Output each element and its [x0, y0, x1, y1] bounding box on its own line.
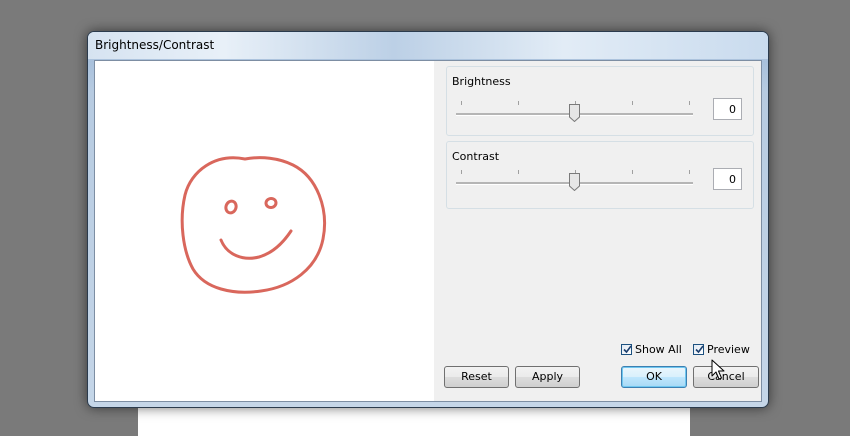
show-all-label: Show All — [635, 343, 682, 356]
reset-button[interactable]: Reset — [444, 366, 509, 388]
arrow-cursor-icon — [711, 359, 725, 380]
dialog-title: Brightness/Contrast — [95, 38, 215, 52]
contrast-label: Contrast — [452, 150, 500, 163]
slider-tick — [461, 170, 462, 174]
show-all-checkbox[interactable] — [621, 344, 632, 355]
title-bar[interactable]: Brightness/Contrast — [88, 32, 768, 59]
contrast-value-field[interactable]: 0 — [713, 168, 742, 190]
contrast-slider-thumb[interactable] — [569, 173, 580, 192]
checkmark-icon — [623, 345, 632, 354]
show-all-option[interactable]: Show All — [621, 343, 682, 356]
slider-tick — [518, 170, 519, 174]
brightness-value-field[interactable]: 0 — [713, 98, 742, 120]
slider-tick — [632, 101, 633, 105]
preview-checkbox[interactable] — [693, 344, 704, 355]
preview-label: Preview — [707, 343, 750, 356]
slider-tick — [461, 101, 462, 105]
image-preview — [95, 61, 434, 401]
smiley-face-drawing — [180, 156, 326, 294]
slider-tick — [632, 170, 633, 174]
slider-tick — [518, 101, 519, 105]
contrast-group: Contrast 0 — [446, 141, 754, 209]
slider-tick — [689, 170, 690, 174]
brightness-slider-thumb[interactable] — [569, 104, 580, 123]
ok-button[interactable]: OK — [621, 366, 687, 388]
brightness-label: Brightness — [452, 75, 511, 88]
slider-tick — [689, 101, 690, 105]
brightness-group: Brightness 0 — [446, 66, 754, 136]
dialog-client-area: Brightness 0 Contrast 0 Show All Preview… — [94, 60, 762, 402]
apply-button[interactable]: Apply — [515, 366, 580, 388]
preview-option[interactable]: Preview — [693, 343, 750, 356]
brightness-contrast-dialog: Brightness/Contrast Brightness 0 Contras… — [87, 31, 769, 408]
checkmark-icon — [695, 345, 704, 354]
